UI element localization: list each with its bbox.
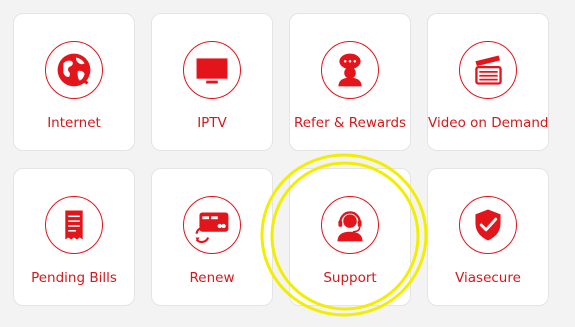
tile-label: Support (323, 270, 377, 286)
tile-pending-bills[interactable]: Pending Bills (13, 168, 135, 306)
tile-iptv[interactable]: IPTV (151, 13, 273, 151)
clapperboard-icon (459, 41, 517, 99)
user-chat-icon (321, 41, 379, 99)
renew-card-icon (183, 196, 241, 254)
receipt-icon (45, 196, 103, 254)
tile-viasecure[interactable]: Viasecure (427, 168, 549, 306)
tile-label: Renew (189, 270, 235, 286)
tile-label: Internet (47, 115, 101, 131)
headset-agent-icon (321, 196, 379, 254)
tile-support[interactable]: Support (289, 168, 411, 306)
tile-renew[interactable]: Renew (151, 168, 273, 306)
tile-refer-rewards[interactable]: Refer & Rewards (289, 13, 411, 151)
tv-icon (183, 41, 241, 99)
tile-video-on-demand[interactable]: Video on Demand (427, 13, 549, 151)
shield-check-icon (459, 196, 517, 254)
tile-label: Pending Bills (31, 270, 117, 286)
tile-internet[interactable]: Internet (13, 13, 135, 151)
tile-label: Video on Demand (428, 115, 549, 131)
tile-label: Refer & Rewards (293, 115, 407, 131)
globe-icon (45, 41, 103, 99)
tile-label: IPTV (197, 115, 227, 131)
tile-label: Viasecure (455, 270, 521, 286)
